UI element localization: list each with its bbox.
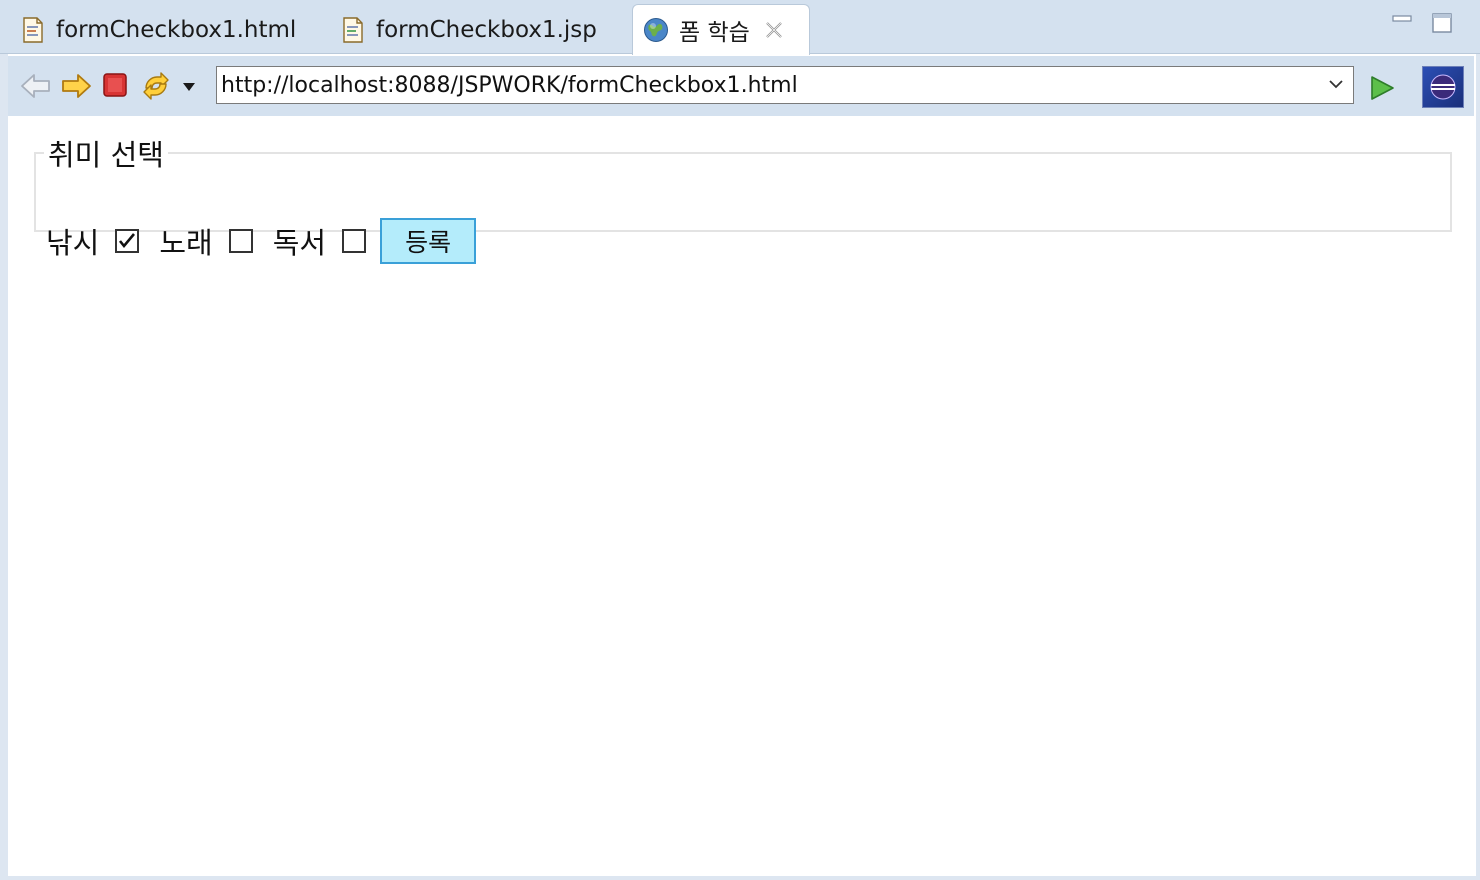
jsp-file-icon	[343, 17, 363, 43]
option-label-reading: 독서	[272, 226, 327, 260]
eclipse-sphere-icon	[1430, 74, 1456, 100]
tab-form-checkbox-html[interactable]: formCheckbox1.html	[22, 6, 296, 54]
checkbox-singing[interactable]	[228, 229, 253, 253]
hobby-fieldset: 취미 선택 낚시 노래 독서 등록	[34, 132, 1452, 264]
stop-icon[interactable]	[102, 72, 128, 98]
checkbox-reading[interactable]	[342, 229, 367, 253]
tab-label: formCheckbox1.jsp	[376, 17, 597, 43]
tab-label: 폼 학습	[679, 20, 750, 46]
editor-tab-bar: formCheckbox1.html formCheckbox1.jsp 폼 학…	[0, 0, 1480, 55]
chevron-down-icon[interactable]	[182, 82, 196, 92]
maximize-icon[interactable]	[1432, 12, 1452, 34]
url-dropdown-icon[interactable]	[1328, 78, 1344, 90]
html-file-icon	[23, 17, 43, 43]
refresh-icon[interactable]	[140, 70, 172, 102]
globe-icon	[644, 18, 668, 42]
go-icon[interactable]	[1368, 74, 1396, 102]
checkbox-fishing[interactable]	[115, 229, 140, 253]
checkmark-icon	[119, 233, 136, 249]
back-arrow-icon[interactable]	[20, 72, 52, 100]
tab-form-study[interactable]: 폼 학습	[632, 4, 810, 55]
url-input[interactable]	[216, 66, 1354, 104]
eclipse-logo-icon[interactable]	[1422, 66, 1464, 108]
close-tab-icon[interactable]	[764, 20, 784, 40]
option-label-fishing: 낚시	[46, 226, 100, 260]
submit-button[interactable]: 등록	[380, 218, 477, 264]
hobby-legend: 취미 선택	[48, 138, 164, 172]
forward-arrow-icon[interactable]	[60, 72, 92, 100]
tab-form-checkbox-jsp[interactable]: formCheckbox1.jsp	[342, 6, 597, 54]
tab-label: formCheckbox1.html	[56, 17, 297, 43]
hobby-options-row: 낚시 노래 독서 등록	[46, 218, 477, 264]
minimize-icon[interactable]	[1392, 12, 1412, 32]
option-label-singing: 노래	[159, 226, 213, 260]
browser-toolbar	[8, 56, 1474, 116]
